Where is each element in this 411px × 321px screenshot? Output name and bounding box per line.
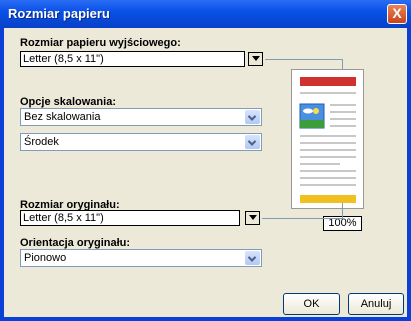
- original-connector-line: [262, 218, 342, 219]
- preview-footer-bar: [300, 195, 356, 203]
- orientation-value: Pionowo: [24, 252, 67, 264]
- scaling-position-select[interactable]: Środek: [20, 133, 262, 151]
- window-title: Rozmiar papieru: [8, 6, 110, 21]
- title-bar[interactable]: Rozmiar papieru X: [0, 0, 411, 28]
- scaling-position-value: Środek: [24, 136, 59, 148]
- chevron-down-icon[interactable]: [245, 251, 260, 265]
- scaling-mode-select[interactable]: Bez skalowania: [20, 108, 262, 126]
- preview-header-bar: [300, 77, 356, 86]
- dialog-window: Rozmiar papieru X Rozmiar papieru wyjści…: [0, 0, 411, 321]
- output-connector-line: [265, 59, 343, 60]
- output-connector-line-vertical: [342, 59, 343, 69]
- original-size-dropdown-button[interactable]: [245, 211, 260, 225]
- chevron-down-icon[interactable]: [245, 135, 260, 149]
- original-connector-line-vertical: [342, 203, 343, 219]
- output-size-label: Rozmiar papieru wyjściowego:: [20, 37, 181, 49]
- page-preview: [291, 69, 364, 209]
- output-size-dropdown-button[interactable]: [248, 52, 263, 66]
- dialog-body: Rozmiar papieru wyjściowego: Letter (8,5…: [4, 28, 407, 317]
- orientation-select[interactable]: Pionowo: [20, 249, 262, 267]
- cancel-button[interactable]: Anuluj: [348, 293, 404, 315]
- scaling-mode-value: Bez skalowania: [24, 111, 101, 123]
- page-preview-graphic: [299, 77, 356, 203]
- orientation-label: Orientacja oryginału:: [20, 237, 131, 249]
- output-size-field[interactable]: Letter (8,5 x 11"): [20, 51, 245, 67]
- output-size-value: Letter (8,5 x 11"): [23, 53, 104, 65]
- close-button[interactable]: X: [387, 4, 407, 24]
- scaling-label: Opcje skalowania:: [20, 96, 116, 108]
- chevron-down-icon[interactable]: [245, 110, 260, 124]
- ok-button[interactable]: OK: [283, 293, 340, 315]
- original-size-field[interactable]: Letter (8,5 x 11"): [20, 210, 240, 226]
- original-size-value: Letter (8,5 x 11"): [23, 212, 104, 224]
